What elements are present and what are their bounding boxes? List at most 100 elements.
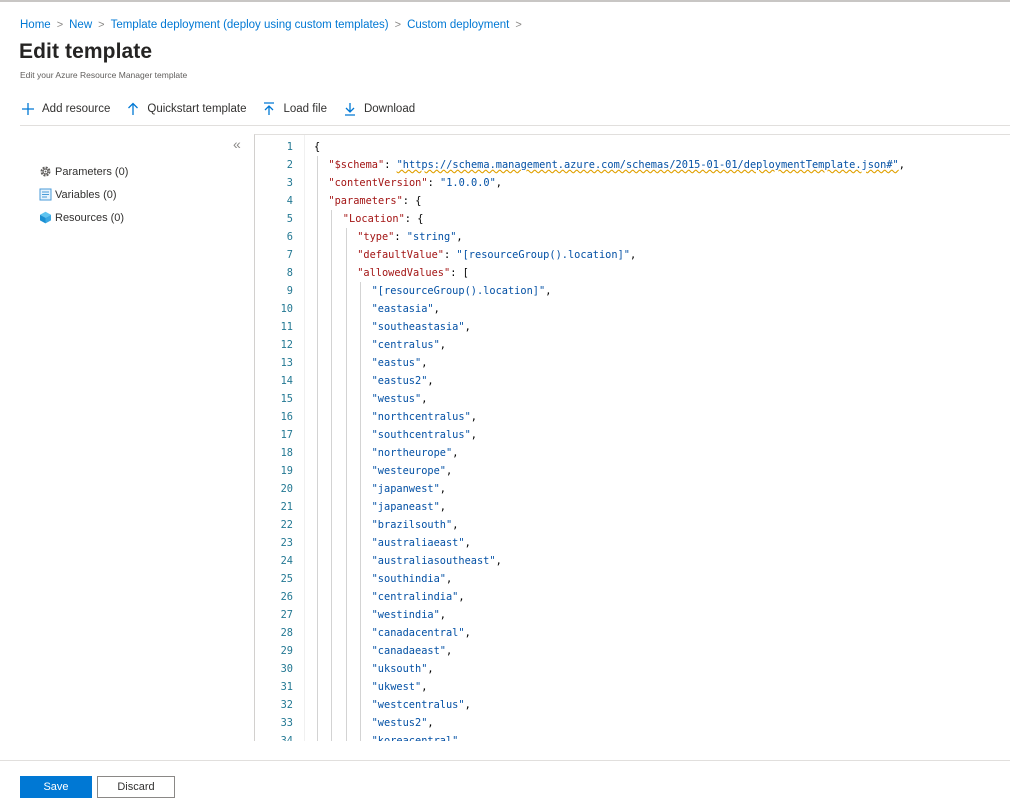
template-outline: Parameters (0) Variables (0) Resources (… [38,160,128,229]
json-value: { [314,141,321,153]
json-value: [ [462,267,469,279]
json-value: "eastus2" [371,375,428,387]
code-line: 23 "australiaeast", [255,534,1010,552]
json-value: "australiasoutheast" [371,555,496,567]
line-number: 2 [286,159,293,171]
top-border [0,0,1010,2]
json-key: "type" [357,231,395,243]
code-text: "centralus", [372,336,446,354]
breadcrumb-new[interactable]: New [69,19,92,31]
load-file-button[interactable]: Load file [261,101,327,117]
code-line: 9 "[resourceGroup().location]", [255,282,1010,300]
line-number: 7 [286,249,293,261]
json-punctuation: , [458,735,465,741]
json-punctuation: , [452,447,459,459]
json-value: "southindia" [371,573,446,585]
code-line: 2 "$schema": "https://schema.management.a… [255,156,1010,174]
quickstart-template-label: Quickstart template [147,103,247,115]
outline-item-resources[interactable]: Resources (0) [38,206,128,229]
template-code-editor[interactable]: 1{2 "$schema": "https://schema.management… [254,134,1010,741]
line-number: 33 [280,717,293,729]
json-punctuation: , [545,285,552,297]
json-value: "uksouth" [371,663,428,675]
line-number: 34 [280,735,293,741]
code-line: 12 "centralus", [255,336,1010,354]
line-number: 21 [280,501,293,513]
code-line: 11 "southeastasia", [255,318,1010,336]
code-text: "southindia", [372,570,453,588]
schema-link[interactable]: "https://schema.management.azure.com/sch… [397,159,899,171]
json-key: "defaultValue" [357,249,444,261]
json-value: { [415,195,422,207]
json-punctuation: , [464,627,471,639]
breadcrumb-separator: > [56,19,64,31]
json-key: "parameters" [328,195,403,207]
json-value: "eastus" [371,357,422,369]
json-punctuation: , [458,591,465,603]
load-file-label: Load file [283,103,327,115]
code-text: "ukwest", [372,678,428,696]
gear-icon [38,165,52,179]
breadcrumb-template-deployment[interactable]: Template deployment (deploy using custom… [111,19,389,31]
line-number: 18 [280,447,293,459]
code-text: "westus", [372,390,428,408]
document-icon [38,188,52,202]
code-text: "defaultValue": "[resourceGroup().locati… [357,249,637,261]
plus-icon [20,101,36,117]
json-punctuation: , [446,573,453,585]
code-line: 25 "southindia", [255,570,1010,588]
page-title: Edit template [19,40,153,63]
json-value: "westus" [371,393,422,405]
code-text: "uksouth", [372,660,434,678]
code-text: "Location": { [342,213,424,225]
arrow-up-icon [125,101,141,117]
code-text: "centralindia", [372,588,465,606]
code-line: 34 "koreacentral", [255,732,1010,741]
json-value: "japaneast" [371,501,440,513]
json-value: "[resourceGroup().location]" [456,249,630,261]
breadcrumb: Home > New > Template deployment (deploy… [20,16,528,34]
json-punctuation: , [629,249,637,261]
line-number: 11 [280,321,293,333]
collapse-panel-icon[interactable]: « [233,137,241,151]
upload-icon [261,101,277,117]
code-line: 15 "westus", [255,390,1010,408]
quickstart-template-button[interactable]: Quickstart template [125,101,246,117]
line-number: 32 [280,699,293,711]
discard-button[interactable]: Discard [97,776,175,798]
save-button[interactable]: Save [20,776,92,798]
add-resource-button[interactable]: Add resource [20,101,110,117]
json-value: "australiaeast" [371,537,465,549]
json-punctuation: , [464,321,471,333]
json-punctuation: , [421,681,428,693]
line-number: 19 [280,465,293,477]
outline-item-variables[interactable]: Variables (0) [38,183,128,206]
outline-item-parameters[interactable]: Parameters (0) [38,160,128,183]
code-text: "australiasoutheast", [372,552,502,570]
line-number: 10 [280,303,293,315]
json-punctuation: , [470,411,477,423]
line-number: 16 [280,411,293,423]
json-key: "Location" [342,213,405,225]
breadcrumb-custom-deployment[interactable]: Custom deployment [407,19,509,31]
code-line: 1{ [255,138,1010,156]
line-number: 12 [280,339,293,351]
code-text: "australiaeast", [372,534,471,552]
code-line: 5 "Location": { [255,210,1010,228]
json-punctuation: , [439,501,446,513]
code-line: 16 "northcentralus", [255,408,1010,426]
line-number: 3 [286,177,293,189]
download-button[interactable]: Download [342,101,415,117]
json-punctuation: , [446,645,453,657]
json-value: "southcentralus" [371,429,471,441]
code-line: 19 "westeurope", [255,462,1010,480]
json-value: "brazilsouth" [371,519,453,531]
json-value: "ukwest" [371,681,422,693]
json-punctuation: , [427,375,434,387]
breadcrumb-home[interactable]: Home [20,19,51,31]
code-text: "northcentralus", [372,408,477,426]
code-text: "westindia", [372,606,446,624]
indent-guide [345,228,347,741]
code-line: 13 "eastus", [255,354,1010,372]
json-value: "japanwest" [371,483,440,495]
